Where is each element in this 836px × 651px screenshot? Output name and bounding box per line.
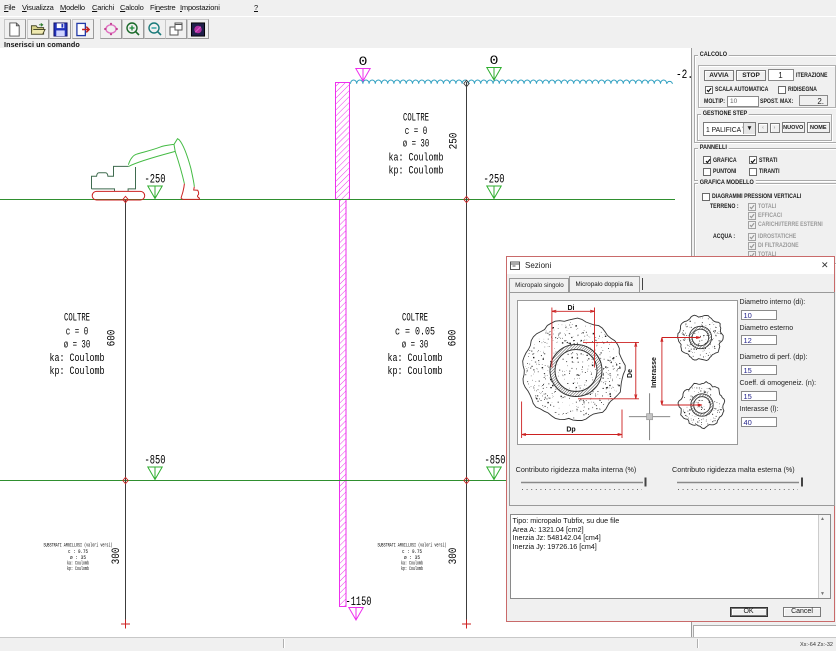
svg-text:ø = 30: ø = 30 [402,340,429,352]
svg-text:-850: -850 [145,454,166,468]
svg-text:300: 300 [448,548,460,565]
svg-text:-1150: -1150 [346,595,372,609]
svg-text:ka: Coulomb: ka: Coulomb [388,353,443,365]
svg-text:COLTRE: COLTRE [403,113,429,125]
svg-text:kp: Coulomb: kp: Coulomb [67,565,89,572]
svg-text:300: 300 [111,548,123,565]
svg-text:kp: Coulomb: kp: Coulomb [401,565,423,572]
svg-text:c = 0: c = 0 [66,327,89,339]
svg-text:COLTRE: COLTRE [64,313,90,325]
svg-text:-2.: -2. [676,68,691,82]
svg-text:Di: Di [567,305,574,312]
svg-text:ø = 30: ø = 30 [403,139,430,151]
svg-text:c = 0.05: c = 0.05 [395,327,435,339]
svg-text:kp: Coulomb: kp: Coulomb [388,366,443,378]
svg-text:-250: -250 [145,173,166,187]
svg-text:-850: -850 [485,454,506,468]
svg-text:600: 600 [448,330,460,347]
svg-text:600: 600 [107,330,119,347]
svg-text:Dp: Dp [566,427,575,434]
svg-text:COLTRE: COLTRE [402,313,428,325]
svg-text:250: 250 [449,133,461,150]
svg-text:kp: Coulomb: kp: Coulomb [50,366,105,378]
svg-text:ka: Coulomb: ka: Coulomb [389,153,444,165]
svg-text:c = 0: c = 0 [405,126,428,138]
svg-text:ø = 30: ø = 30 [64,340,91,352]
svg-text:Interasse: Interasse [651,357,658,388]
svg-text:0: 0 [490,54,499,68]
svg-text:kp: Coulomb: kp: Coulomb [389,166,444,178]
svg-text:0: 0 [359,55,368,69]
svg-text:ka: Coulomb: ka: Coulomb [50,353,105,365]
svg-text:De: De [627,369,634,378]
svg-text:-250: -250 [484,173,505,187]
